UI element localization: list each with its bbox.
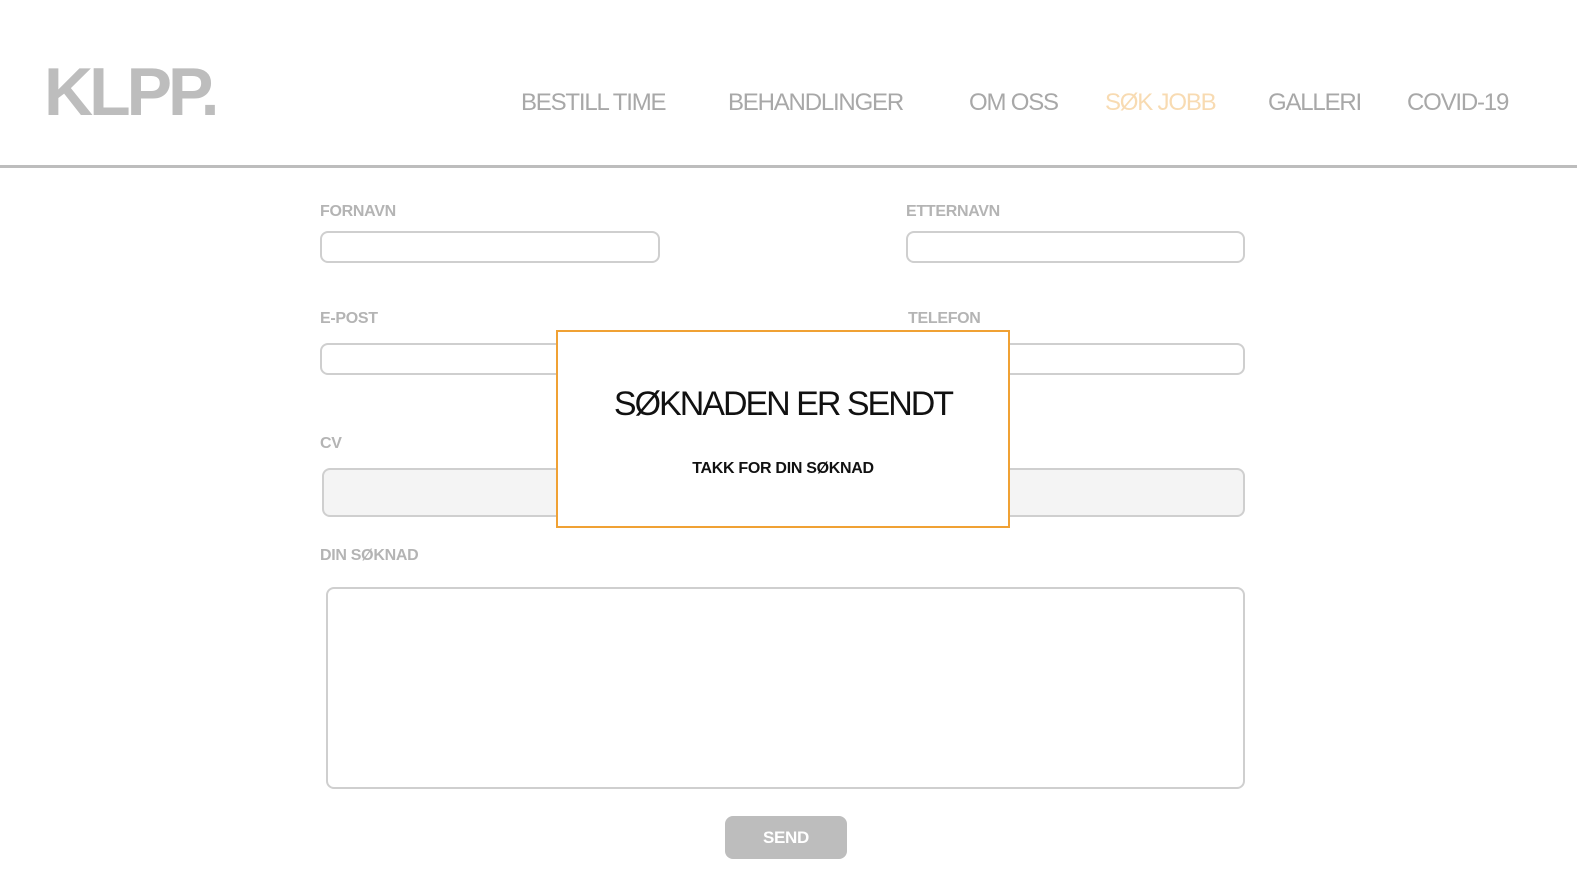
application-label: DIN SØKNAD — [320, 547, 419, 564]
first-name-label: FORNAVN — [320, 203, 396, 220]
confirmation-modal: SØKNADEN ER SENDT TAKK FOR DIN SØKNAD — [556, 330, 1010, 528]
last-name-field[interactable] — [906, 231, 1245, 263]
modal-title: SØKNADEN ER SENDT — [613, 385, 954, 423]
email-label: E-POST — [320, 310, 378, 327]
site-header: KLPP. BESTILL TIME BEHANDLINGER OM OSS S… — [0, 0, 1577, 168]
first-name-field[interactable] — [320, 231, 660, 263]
nav-bestill-time[interactable]: BESTILL TIME — [521, 88, 667, 118]
nav-galleri[interactable]: GALLERI — [1268, 88, 1362, 118]
application-textarea[interactable] — [326, 587, 1245, 789]
nav-covid-19[interactable]: COVID-19 — [1407, 88, 1509, 118]
logo[interactable]: KLPP. — [44, 56, 219, 128]
nav-behandlinger[interactable]: BEHANDLINGER — [728, 88, 904, 118]
page: KLPP. BESTILL TIME BEHANDLINGER OM OSS S… — [0, 0, 1577, 885]
send-button[interactable]: SEND — [725, 816, 847, 859]
phone-label: TELEFON — [908, 310, 981, 327]
cv-label: CV — [320, 435, 342, 452]
last-name-label: ETTERNAVN — [906, 203, 1000, 220]
nav-om-oss[interactable]: OM OSS — [969, 88, 1059, 118]
modal-message: TAKK FOR DIN SØKNAD — [692, 460, 874, 477]
nav-sok-jobb[interactable]: SØK JOBB — [1105, 88, 1217, 118]
